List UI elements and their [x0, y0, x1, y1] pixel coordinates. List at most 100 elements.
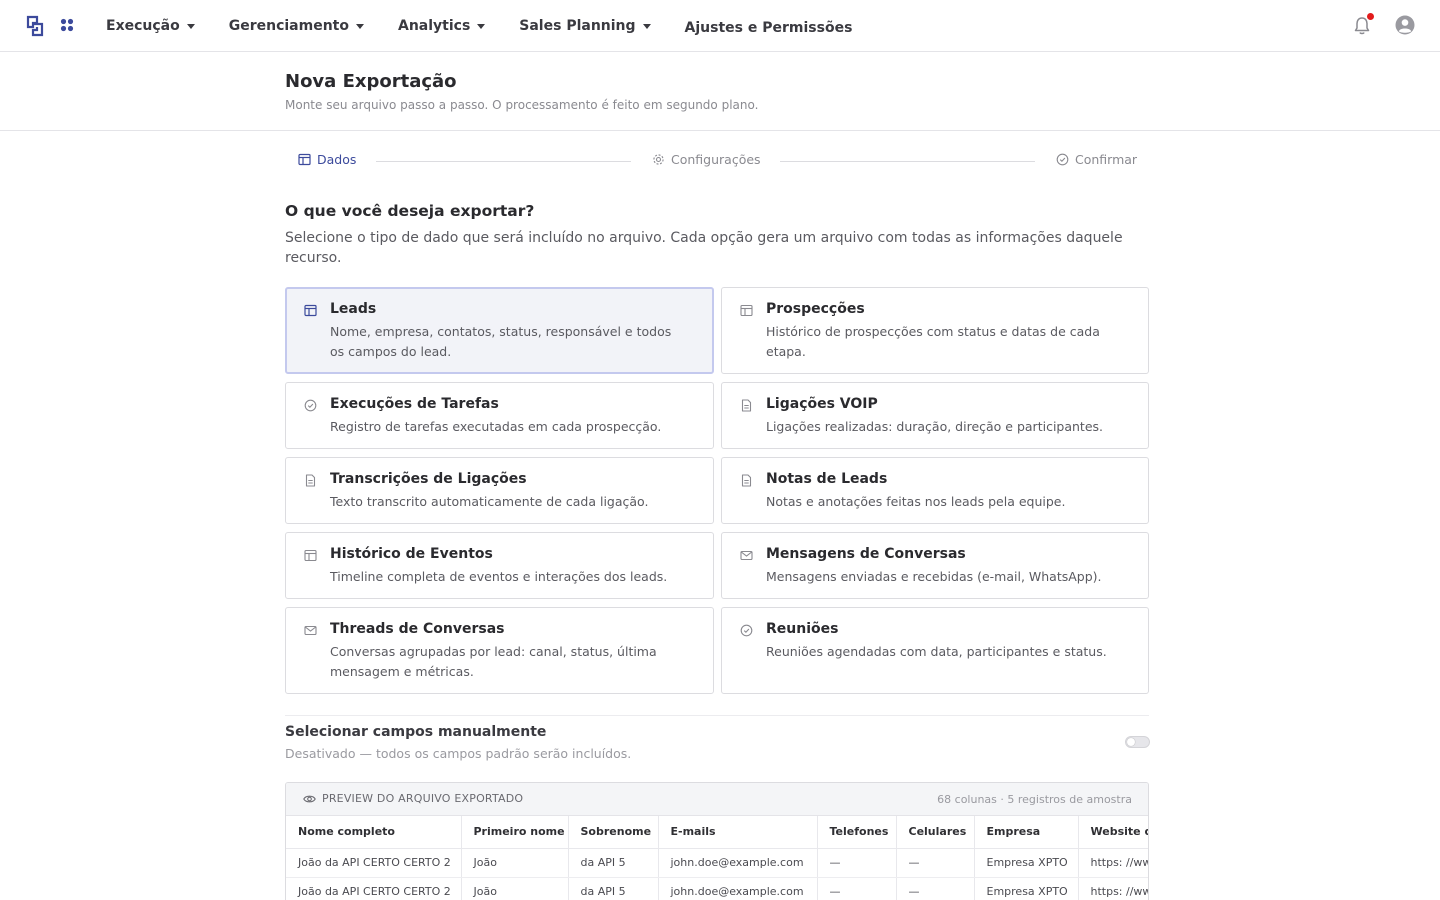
nav-menu-label: Gerenciamento: [228, 18, 349, 34]
section-description: Selecione o tipo de dado que será incluí…: [285, 230, 1123, 266]
option-description: Notas e anotações feitas nos leads pela …: [766, 494, 1066, 509]
table-cell: João: [461, 877, 569, 900]
table-cell: —: [896, 877, 975, 900]
nav-menu-label: Analytics: [397, 18, 471, 34]
preview-table: Nome completo Primeiro nome Sobrenome E-…: [286, 816, 1148, 900]
option-description: Registro de tarefas executadas em cada p…: [330, 419, 662, 434]
option-title: Transcrições de Ligações: [330, 471, 527, 487]
option-title: Mensagens de Conversas: [766, 546, 966, 562]
column-header: Empresa: [974, 816, 1079, 849]
brand-logo-icon[interactable]: [26, 15, 44, 37]
step-confirmar[interactable]: Confirmar: [1056, 152, 1137, 167]
option-title: Execuções de Tarefas: [330, 396, 499, 412]
option-title: Ligações VOIP: [766, 396, 878, 412]
preview-meta: 68 colunas · 5 registros de amostra: [937, 793, 1132, 806]
table-cell: Empresa XPTO: [974, 877, 1079, 900]
nav-menu-analytics[interactable]: Analytics: [397, 18, 486, 34]
export-stepper: Dados Configurações Confirmar: [285, 150, 1149, 172]
column-header: Nome completo: [286, 816, 462, 849]
option-card-notas-leads[interactable]: Notas de Leads Notas e anotações feitas …: [721, 457, 1149, 524]
option-title: Notas de Leads: [766, 471, 888, 487]
option-card-threads-conversas[interactable]: Threads de Conversas Conversas agrupadas…: [285, 607, 714, 694]
table-icon: [298, 153, 311, 166]
table-row: João da API CERTO CERTO 2 João da API 5 …: [286, 848, 1148, 878]
notification-dot: [1367, 13, 1374, 20]
option-card-transcricoes[interactable]: Transcrições de Ligações Texto transcrit…: [285, 457, 714, 524]
eye-icon: [303, 795, 316, 802]
nav-menu-execucao[interactable]: Execução: [106, 18, 195, 34]
column-header: Telefones: [817, 816, 897, 849]
nav-menu-label: Execução: [106, 18, 180, 34]
table-cell: João: [461, 848, 569, 878]
table-cell: João da API CERTO CERTO 2: [286, 848, 462, 878]
document-icon: [305, 474, 316, 487]
manual-fields-toggle[interactable]: [1125, 736, 1150, 748]
step-label: Dados: [317, 152, 357, 167]
option-title: Threads de Conversas: [330, 621, 505, 637]
option-description: Texto transcrito automaticamente de cada…: [330, 494, 649, 509]
step-configuracoes[interactable]: Configurações: [652, 152, 761, 167]
user-avatar-icon[interactable]: [1395, 15, 1415, 35]
preview-header: PREVIEW DO ARQUIVO EXPORTADO 68 colunas …: [286, 783, 1148, 816]
step-dados[interactable]: Dados: [298, 152, 356, 167]
option-description: Nome, empresa, contatos, status, respons…: [330, 324, 672, 359]
check-circle-icon: [304, 399, 317, 412]
column-header: Celulares: [896, 816, 975, 849]
column-header: Website d: [1078, 816, 1148, 849]
table-icon: [740, 304, 753, 317]
nav-menu-sales-planning[interactable]: Sales Planning: [519, 18, 651, 34]
page-subtitle: Monte seu arquivo passo a passo. O proce…: [285, 98, 759, 112]
caret-down-icon: [186, 23, 195, 29]
apps-grid-icon[interactable]: [60, 18, 74, 32]
option-title: Prospecções: [766, 301, 865, 317]
toggle-knob: [1127, 738, 1135, 746]
option-description: Histórico de prospecções com status e da…: [766, 324, 1100, 359]
section-divider: [285, 715, 1149, 716]
check-circle-icon: [1056, 153, 1069, 166]
manual-fields-subtitle: Desativado — todos os campos padrão serã…: [285, 746, 632, 761]
mail-icon: [304, 625, 317, 636]
table-cell: Empresa XPTO: [974, 848, 1079, 878]
table-row: João da API CERTO CERTO 2 João da API 5 …: [286, 877, 1148, 900]
caret-down-icon: [355, 23, 364, 29]
table-header-row: Nome completo Primeiro nome Sobrenome E-…: [286, 816, 1148, 849]
column-header: Primeiro nome: [461, 816, 569, 849]
table-cell: da API 5: [568, 848, 659, 878]
nav-menu-gerenciamento[interactable]: Gerenciamento: [229, 18, 364, 34]
table-cell: —: [896, 848, 975, 878]
option-card-historico-eventos[interactable]: Histórico de Eventos Timeline completa d…: [285, 532, 714, 599]
main-nav: Execução Gerenciamento Analytics Sales P…: [106, 0, 886, 52]
manual-fields-title: Selecionar campos manualmente: [285, 724, 547, 740]
option-card-prospeccoes[interactable]: Prospecções Histórico de prospecções com…: [721, 287, 1149, 374]
table-cell: john.doe@example.com: [658, 848, 818, 878]
preview-label-text: PREVIEW DO ARQUIVO EXPORTADO: [322, 792, 524, 805]
nav-link-ajustes[interactable]: Ajustes e Permissões: [685, 20, 853, 36]
option-description: Timeline completa de eventos e interaçõe…: [330, 569, 668, 584]
section-title: O que você deseja exportar?: [285, 202, 535, 220]
table-cell: da API 5: [568, 877, 659, 900]
preview-label: PREVIEW DO ARQUIVO EXPORTADO: [303, 792, 523, 805]
table-icon: [304, 549, 317, 562]
table-cell: —: [817, 877, 897, 900]
step-connector: [376, 161, 631, 162]
option-card-leads[interactable]: Leads Nome, empresa, contatos, status, r…: [285, 287, 714, 374]
document-icon: [741, 399, 752, 412]
nav-link-label: Ajustes e Permissões: [684, 20, 853, 36]
caret-down-icon: [477, 23, 486, 29]
document-icon: [741, 474, 752, 487]
table-cell: https: //ww: [1078, 848, 1148, 878]
export-preview-panel: PREVIEW DO ARQUIVO EXPORTADO 68 colunas …: [285, 782, 1149, 900]
step-label: Confirmar: [1075, 152, 1138, 167]
caret-down-icon: [642, 23, 651, 29]
table-icon: [304, 304, 317, 317]
page-header: Nova Exportação Monte seu arquivo passo …: [0, 52, 1440, 131]
top-navbar: Execução Gerenciamento Analytics Sales P…: [0, 0, 1440, 52]
option-card-mensagens-conversas[interactable]: Mensagens de Conversas Mensagens enviada…: [721, 532, 1149, 599]
option-card-reunioes[interactable]: Reuniões Reuniões agendadas com data, pa…: [721, 607, 1149, 694]
option-card-ligacoes-voip[interactable]: Ligações VOIP Ligações realizadas: duraç…: [721, 382, 1149, 449]
check-circle-icon: [740, 624, 753, 637]
step-connector: [780, 161, 1035, 162]
table-cell: João da API CERTO CERTO 2: [286, 877, 462, 900]
page-title: Nova Exportação: [285, 71, 457, 92]
option-card-execucoes-tarefas[interactable]: Execuções de Tarefas Registro de tarefas…: [285, 382, 714, 449]
